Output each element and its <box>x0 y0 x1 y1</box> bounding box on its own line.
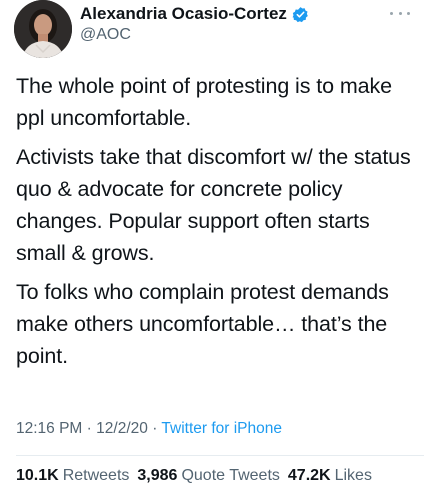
tweet-paragraph: To folks who complain protest demands ma… <box>16 280 389 368</box>
meta-separator: · <box>152 420 158 437</box>
tweet-date[interactable]: 12/2/20 <box>96 420 148 437</box>
tweet-metadata: 12:16 PM · 12/2/20 · Twitter for iPhone <box>16 420 282 438</box>
quote-tweets-stat[interactable]: 3,986 Quote Tweets <box>137 467 279 485</box>
tweet-paragraph: Activists take that discomfort w/ the st… <box>16 145 411 265</box>
engagement-stats: 10.1K Retweets 3,986 Quote Tweets 47.2K Lik… <box>16 467 372 485</box>
likes-label: Likes <box>334 467 372 484</box>
retweets-count: 10.1K <box>16 467 59 484</box>
tweet-paragraph: The whole point of protesting is to make… <box>16 74 393 130</box>
retweets-label: Retweets <box>62 467 130 484</box>
verified-badge-icon <box>292 6 309 23</box>
tweet-body: The whole point of protesting is to make… <box>16 70 412 379</box>
quote-tweets-count: 3,986 <box>137 467 178 484</box>
author-handle[interactable]: @AOC <box>80 26 131 44</box>
author-name-row[interactable]: Alexandria Ocasio-Cortez <box>80 4 309 24</box>
quote-tweets-label: Quote Tweets <box>181 467 280 484</box>
tweet: Alexandria Ocasio-Cortez @AOC The whole … <box>0 0 424 500</box>
likes-stat[interactable]: 47.2K Likes <box>288 467 372 485</box>
retweets-stat[interactable]: 10.1K Retweets <box>16 467 129 485</box>
tweet-time[interactable]: 12:16 PM <box>16 420 82 437</box>
avatar-image <box>14 0 72 58</box>
author-display-name[interactable]: Alexandria Ocasio-Cortez <box>80 4 287 24</box>
meta-separator: · <box>86 420 92 437</box>
likes-count: 47.2K <box>287 467 331 484</box>
tweet-source-link[interactable]: Twitter for iPhone <box>161 420 282 437</box>
avatar[interactable] <box>14 0 72 58</box>
more-options-icon[interactable] <box>390 6 410 20</box>
divider <box>16 455 424 456</box>
